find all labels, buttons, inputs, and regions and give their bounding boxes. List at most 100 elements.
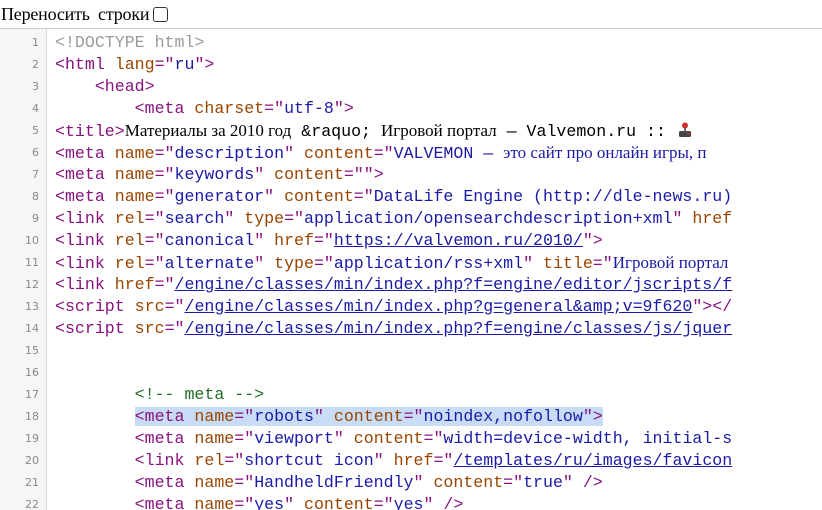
- val-token: alternate: [164, 254, 255, 273]
- tag-token: =": [373, 495, 394, 510]
- attr-token: content: [423, 473, 504, 492]
- code-tokens: <title>Материалы за 2010 год &raquo; Игр…: [55, 121, 692, 141]
- val-token: viewport: [254, 429, 334, 448]
- lnk-token[interactable]: /engine/classes/min/index.php?f=engine/e…: [175, 275, 733, 294]
- tag-token: <meta: [55, 187, 105, 206]
- tag-token: =": [353, 187, 374, 206]
- code-text: <!-- meta -->: [55, 384, 264, 406]
- line-number: 19: [25, 432, 39, 445]
- code-tokens: <link href="/engine/classes/min/index.ph…: [55, 275, 732, 294]
- attr-token: href: [104, 275, 155, 294]
- attr-token: content: [264, 165, 344, 184]
- val-token: DataLife Engine (http://dle-news.ru): [373, 187, 733, 206]
- tag-token: ": [413, 473, 424, 492]
- tag-token: <meta: [134, 495, 185, 510]
- code-text: <title>Материалы за 2010 год &raquo; Игр…: [55, 120, 692, 142]
- tag-token: =": [144, 209, 165, 228]
- line-number: 4: [32, 102, 39, 115]
- attr-token: href: [682, 209, 733, 228]
- wrap-lines-checkbox[interactable]: [153, 6, 169, 22]
- code-text: <meta name="description" content="VALVEM…: [55, 142, 707, 164]
- attr-token: src: [124, 297, 165, 316]
- txt-token: [666, 122, 676, 141]
- tag-token: =": [423, 429, 444, 448]
- line-number: 8: [32, 190, 39, 203]
- val-token: utf-8: [284, 99, 334, 118]
- tag-token: =": [164, 297, 185, 316]
- tag-token: =": [164, 319, 185, 338]
- tag-token: =": [224, 451, 245, 470]
- code-line: 6 <meta name="description" content="VALVE…: [0, 142, 822, 164]
- attr-token: name: [184, 407, 235, 426]
- txt-token: Материалы за 2010 год: [124, 121, 292, 140]
- attr-token: content: [343, 429, 424, 448]
- tag-token: <script: [55, 319, 125, 338]
- tag-token: <link: [55, 209, 105, 228]
- code-tokens: <meta name="viewport" content="width=dev…: [135, 429, 733, 448]
- line-number: 9: [32, 212, 39, 225]
- tag-token: <meta: [134, 473, 185, 492]
- tag-token: ": [672, 209, 683, 228]
- tag-token: " />: [423, 495, 464, 510]
- line-number: 14: [25, 322, 39, 335]
- line-number: 16: [25, 366, 39, 379]
- code-tokens: <link rel="canonical" href="https://valv…: [55, 231, 603, 250]
- line-number: 7: [32, 168, 39, 181]
- wrap-lines-label: Переносить строки: [1, 3, 150, 24]
- val-token: keywords: [174, 165, 255, 184]
- code-text: <meta charset="utf-8">: [55, 98, 354, 120]
- tag-token: <script: [55, 297, 125, 316]
- tag-token: ": [224, 209, 235, 228]
- tag-token: =": [264, 99, 285, 118]
- attr-token: src: [124, 319, 165, 338]
- attr-token: type: [234, 209, 285, 228]
- tag-token: ="">: [343, 165, 384, 184]
- code-line: 21 <meta name="HandheldFriendly" content…: [0, 472, 822, 494]
- attr-token: rel: [184, 451, 225, 470]
- val-token: yes: [254, 495, 285, 510]
- code-tokens: <meta name="keywords" content="">: [55, 165, 384, 184]
- tag-token: <meta: [55, 144, 105, 163]
- attr-token: href: [383, 451, 434, 470]
- attr-token: type: [264, 254, 314, 273]
- code-line: 11 <link rel="alternate" type="applicatio…: [0, 252, 822, 274]
- code-tokens: <html lang="ru">: [55, 55, 214, 74]
- highlighted-code: <meta name="robots" content="noindex,nof…: [134, 407, 603, 426]
- tag-token: <title>: [55, 122, 125, 141]
- lnk-token[interactable]: /templates/ru/images/favicon: [453, 451, 732, 470]
- lnk-token[interactable]: /engine/classes/min/index.php?g=general&…: [184, 297, 692, 316]
- code-tokens: <link rel="shortcut icon" href="/templat…: [135, 451, 733, 470]
- tag-token: =": [234, 429, 255, 448]
- tag-token: <link: [55, 254, 105, 273]
- lnk-token[interactable]: https://valvemon.ru/2010/: [334, 231, 583, 250]
- line-number: 20: [25, 454, 39, 467]
- val-token: shortcut icon: [244, 451, 374, 470]
- tag-token: <meta: [134, 429, 185, 448]
- attr-token: name: [104, 165, 155, 184]
- val-token: description: [174, 144, 285, 163]
- tag-token: =": [154, 144, 175, 163]
- attr-token: name: [104, 187, 155, 206]
- attr-token: name: [184, 473, 235, 492]
- attr-token: content: [323, 407, 404, 426]
- code-line: 16: [0, 362, 822, 384]
- lnk-token[interactable]: /engine/classes/min/index.php?f=engine/c…: [184, 319, 732, 338]
- val-token: application/rss+xml: [333, 254, 524, 273]
- val-token: noindex,nofollow: [423, 407, 583, 426]
- code-line: 13 <script src="/engine/classes/min/index…: [0, 296, 822, 318]
- line-number: 3: [32, 80, 39, 93]
- tag-token: ": [284, 495, 295, 510]
- tag-token: =": [154, 275, 175, 294]
- val-token: это сайт про онлайн игры, п: [503, 143, 707, 162]
- val-token: canonical: [164, 231, 255, 250]
- attr-token: rel: [104, 231, 145, 250]
- val-token: HandheldFriendly: [254, 473, 414, 492]
- tag-token: <html: [55, 55, 105, 74]
- code-line: 12 <link href="/engine/classes/min/index.…: [0, 274, 822, 296]
- wrap-lines-toolbar: Переносить строки: [0, 0, 822, 28]
- line-number: 5: [32, 124, 39, 137]
